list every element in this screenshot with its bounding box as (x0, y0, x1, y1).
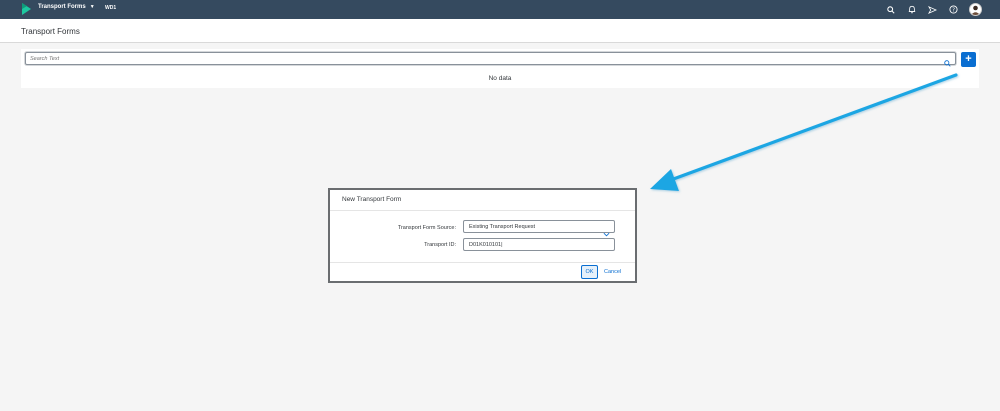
search-icon[interactable] (885, 4, 896, 15)
caret-down-icon: ▼ (89, 4, 95, 10)
dialog-title: New Transport Form (342, 196, 402, 203)
transport-form-source-select[interactable]: Existing Transport Request (463, 220, 615, 237)
add-button[interactable]: + (961, 52, 976, 67)
page-header: Transport Forms (0, 19, 1000, 43)
transport-form-source-label: Transport Form Source: (397, 225, 456, 231)
page-title: Transport Forms (21, 27, 80, 36)
search-field[interactable] (25, 52, 956, 67)
shell-bar: Transport Forms ▼ WD1 ? (0, 0, 1000, 19)
transport-id-label: Transport ID: (424, 242, 456, 248)
avatar[interactable] (969, 3, 982, 16)
divider (330, 262, 635, 263)
transport-id-field[interactable]: D01K010101| (463, 238, 615, 251)
divider (330, 210, 635, 211)
shell-actions: ? (885, 2, 982, 17)
paper-plane-icon[interactable] (927, 4, 938, 15)
app-title: Transport Forms (38, 4, 86, 10)
list-area: + No data (21, 49, 979, 88)
app-title-menu[interactable]: Transport Forms ▼ (38, 4, 95, 10)
transport-id-value[interactable]: D01K010101| (469, 242, 503, 248)
svg-text:?: ? (952, 7, 955, 13)
search-icon[interactable] (944, 54, 951, 72)
bell-icon[interactable] (906, 4, 917, 15)
search-input[interactable] (30, 54, 930, 64)
cancel-button[interactable]: Cancel (604, 269, 621, 275)
transport-form-source-value: Existing Transport Request (469, 224, 536, 230)
new-transport-form-dialog: New Transport Form Transport Form Source… (328, 188, 637, 283)
system-id: WD1 (105, 5, 117, 11)
help-icon[interactable]: ? (948, 4, 959, 15)
no-data-text: No data (488, 75, 512, 82)
ok-button[interactable]: OK (581, 265, 598, 279)
app-logo-icon[interactable] (22, 3, 31, 15)
